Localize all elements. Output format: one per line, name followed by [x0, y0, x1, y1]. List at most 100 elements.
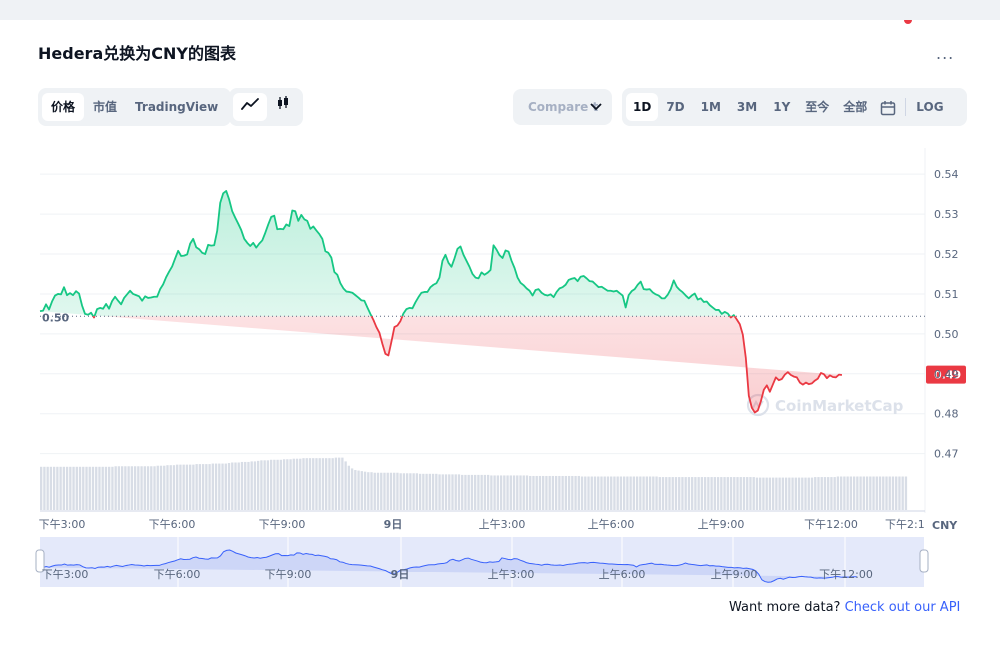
navigator-tick-label: 上午6:00 — [599, 568, 646, 581]
volume-bar — [402, 473, 406, 510]
volume-bar — [616, 476, 619, 510]
volume-bar — [781, 477, 785, 510]
volume-bar — [639, 476, 642, 510]
navigator-handle-right[interactable] — [919, 549, 929, 573]
volume-bar — [707, 477, 710, 510]
volume-bar — [46, 466, 49, 510]
y-tick-label: 0.47 — [934, 448, 959, 461]
volume-bar — [59, 466, 62, 510]
volume-bar — [474, 474, 477, 510]
volume-bar — [286, 459, 289, 510]
volume-bar — [337, 457, 341, 510]
volume-bar — [88, 466, 91, 510]
volume-bar — [736, 477, 739, 510]
volume-bar — [872, 476, 875, 510]
volume-bar — [292, 458, 295, 510]
volume-bar — [687, 477, 691, 510]
volume-bar — [201, 464, 205, 510]
volume-bar — [380, 472, 383, 510]
volume-bar — [405, 473, 409, 510]
volume-bar — [574, 475, 577, 510]
navigator-tick-label: 下午12:00 — [819, 568, 873, 581]
volume-bar — [597, 476, 600, 510]
volume-bar — [668, 477, 671, 510]
footer-text: Want more data? — [729, 600, 841, 615]
volume-bar — [409, 473, 412, 510]
volume-bar — [665, 477, 668, 510]
volume-bar — [153, 466, 156, 510]
currency-label: CNY — [932, 519, 958, 532]
volume-bar — [823, 477, 827, 510]
volume-bar — [869, 476, 872, 510]
volume-bar — [746, 477, 749, 510]
volume-bar — [522, 475, 525, 510]
volume-bar — [564, 475, 568, 510]
navigator-tick-label: 下午9:00 — [265, 568, 312, 581]
volume-bar — [856, 476, 859, 510]
volume-bar — [765, 477, 768, 510]
volume-bar — [862, 476, 865, 510]
volume-bar — [150, 466, 153, 510]
volume-bar — [480, 474, 483, 510]
volume-bar — [486, 474, 490, 510]
volume-bar — [386, 472, 389, 510]
volume-bar — [289, 459, 292, 510]
volume-bar — [451, 474, 454, 510]
volume-bar — [610, 476, 613, 510]
chart-card: Hedera兑换为CNY的图表 ... 价格 市值 TradingView Co… — [0, 20, 1000, 650]
x-tick-label: 9日 — [384, 518, 403, 531]
volume-bar — [642, 476, 645, 510]
volume-bar — [658, 477, 661, 510]
volume-bar — [198, 464, 202, 510]
volume-bar — [461, 474, 464, 510]
volume-bar — [40, 466, 43, 510]
volume-bar — [428, 473, 431, 510]
volume-bar — [814, 477, 817, 510]
volume-bar — [846, 476, 849, 510]
volume-bar — [551, 475, 555, 510]
volume-bar — [626, 476, 629, 510]
volume-bar — [315, 458, 318, 510]
volume-bar — [629, 476, 632, 510]
volume-bar — [120, 466, 124, 510]
volume-bar — [655, 476, 658, 510]
volume-bar — [321, 458, 325, 510]
range-navigator[interactable]: 下午3:00 下午6:00 下午9:00 9日 上午3:00 上午6:00 上午9:00 下午… — [35, 537, 929, 587]
volume-bar — [179, 464, 182, 510]
volume-bar — [444, 474, 448, 510]
y-tick-label: 0.54 — [934, 168, 959, 181]
volume-bar — [373, 472, 376, 510]
reference-label: 0.50 — [42, 311, 69, 324]
volume-bar — [98, 466, 101, 510]
volume-bar — [367, 472, 370, 510]
x-tick-label: 上午9:00 — [698, 518, 745, 531]
volume-bar — [334, 457, 338, 510]
volume-bar — [904, 476, 908, 510]
volume-bar — [143, 466, 146, 510]
volume-bar — [661, 477, 665, 510]
volume-bar — [156, 465, 159, 510]
api-link[interactable]: Check out our API — [845, 600, 961, 615]
watermark-text: CoinMarketCap — [775, 397, 904, 415]
volume-bar — [519, 475, 522, 510]
volume-bar — [499, 475, 503, 510]
volume-bar — [671, 477, 674, 510]
volume-bar — [801, 477, 804, 510]
navigator-tick-label: 上午9:00 — [711, 568, 758, 581]
volume-bar — [218, 463, 221, 510]
volume-bar — [266, 460, 270, 510]
footer: Want more data? Check out our API — [729, 600, 960, 615]
x-axis: 下午3:00 下午6:00 下午9:00 9日 上午3:00 上午6:00 上午9:00 下午… — [39, 510, 958, 532]
volume-bar — [580, 476, 584, 510]
page-top-strip — [0, 0, 1000, 20]
volume-bar — [376, 472, 380, 510]
volume-bar — [104, 466, 108, 510]
volume-bar — [752, 477, 755, 510]
volume-bar — [885, 476, 888, 510]
price-chart[interactable]: CoinMarketCap 0.500.49 0.540.530.520.510… — [0, 20, 1000, 650]
volume-bar — [137, 466, 140, 510]
volume-bar — [768, 477, 772, 510]
volume-bar — [587, 476, 590, 510]
volume-bar — [807, 477, 810, 510]
volume-bar — [849, 476, 853, 510]
